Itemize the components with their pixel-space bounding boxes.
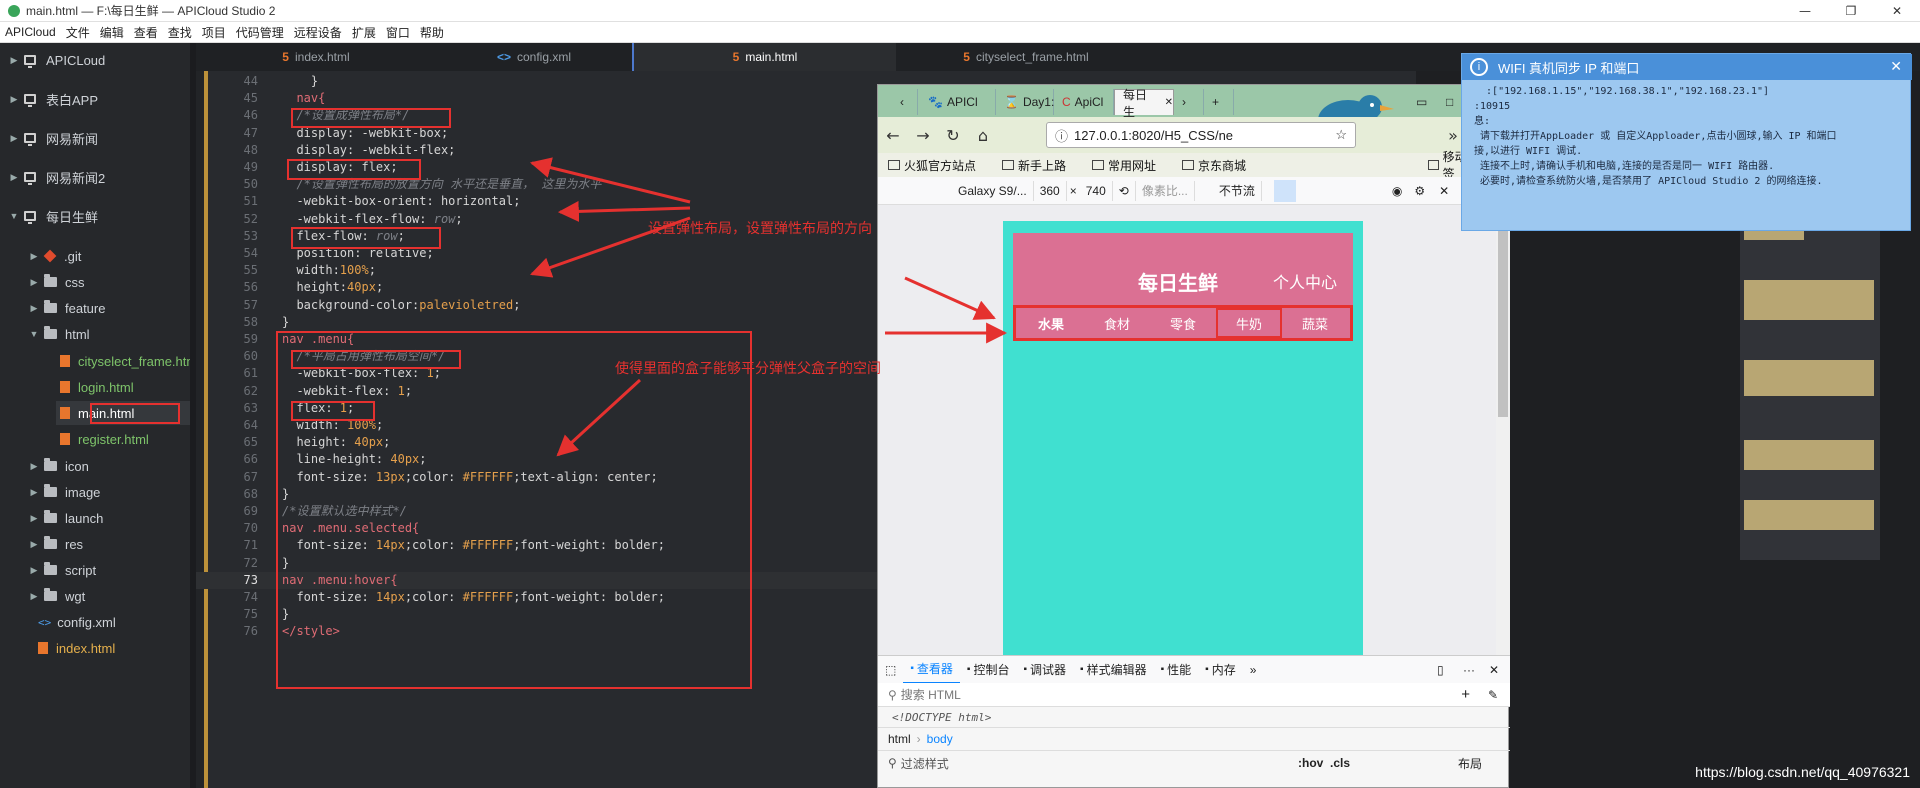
arrow-to-menu-row <box>904 276 996 320</box>
annotation-flex-share: 使得里面的盒子能够平分弹性父盒子的空间 <box>615 360 881 376</box>
arrow-to-flex-1 <box>556 378 642 457</box>
arrow-to-display-flex <box>557 200 691 222</box>
annotation-arrows <box>529 157 1008 457</box>
arrow-to-display-box <box>529 157 691 204</box>
watermark: https://blog.csdn.net/qq_40976321 <box>1695 764 1910 780</box>
annotation-flex-layout: 设置弹性布局，设置弹性布局的方向 <box>648 220 872 236</box>
app-window: main.html — F:\每日生鲜 — APICloud Studio 2 … <box>0 0 1920 788</box>
